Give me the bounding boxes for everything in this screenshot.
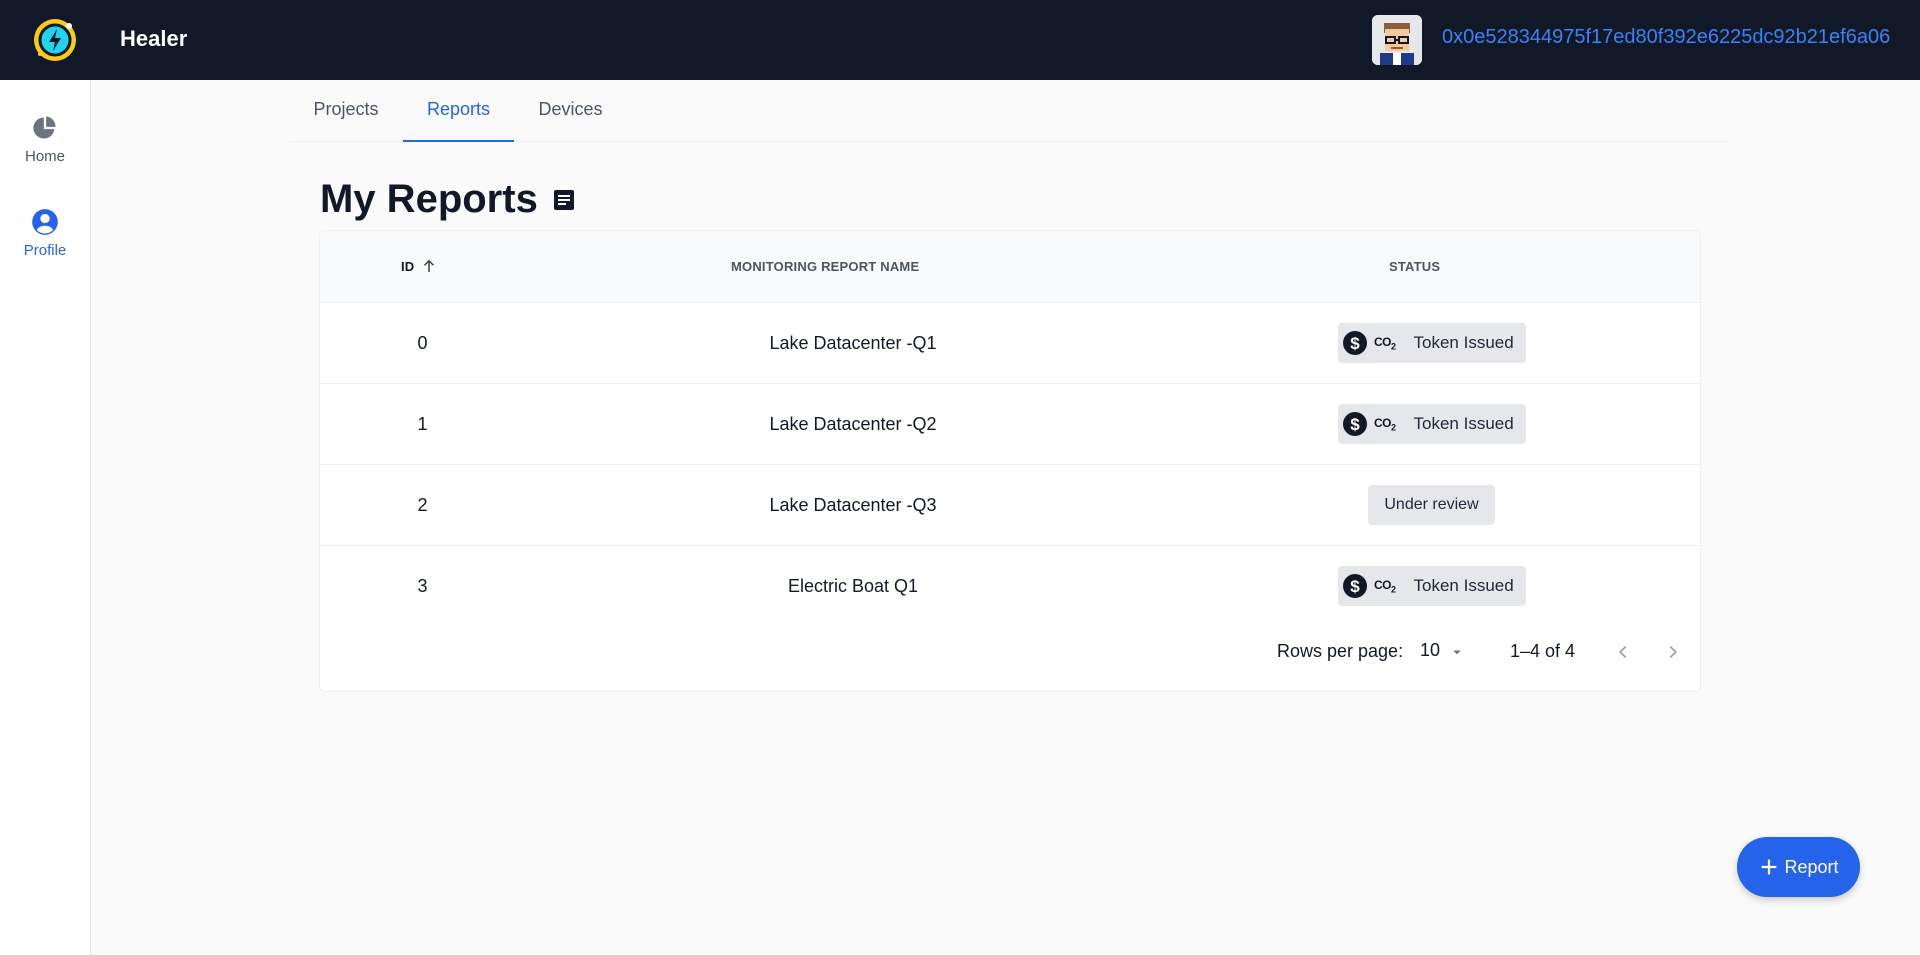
- svg-text:$: $: [1350, 415, 1360, 434]
- table-row[interactable]: 2 Lake Datacenter -Q3 Under review: [320, 465, 1700, 546]
- column-header-id[interactable]: ID: [401, 259, 414, 274]
- report-id: 0: [417, 333, 428, 353]
- page-title: My Reports: [320, 177, 538, 221]
- table-header: ID MONITORING REPORT NAME STATUS: [320, 231, 1700, 303]
- dollar-coin-icon: $: [1343, 412, 1367, 436]
- status-badge: $ CO2 Token Issued: [1338, 323, 1526, 363]
- lightning-bolt-icon[interactable]: [31, 16, 79, 64]
- page-range: 1–4 of 4: [1510, 641, 1576, 661]
- status-label: Under review: [1384, 496, 1479, 513]
- table-row[interactable]: 0 Lake Datacenter -Q1 $ CO2 Token Issued: [320, 303, 1700, 384]
- table-row[interactable]: 3 Electric Boat Q1 $ CO2 Token Issued: [320, 546, 1700, 627]
- table-row[interactable]: 1 Lake Datacenter -Q2 $ CO2 Token Issued: [320, 384, 1700, 465]
- chevron-right-icon[interactable]: [1662, 641, 1684, 663]
- status-label: Token Issued: [1413, 414, 1514, 433]
- status-badge: $ CO2 Token Issued: [1338, 566, 1526, 606]
- wallet-address[interactable]: 0x0e528344975f17ed80f392e6225dc92b21ef6a…: [1442, 26, 1890, 49]
- sidebar: Home Profile: [0, 80, 91, 955]
- top-bar: Healer 0x0e528344975f17ed80f392e6225dc92…: [0, 0, 1920, 80]
- svg-text:$: $: [1350, 577, 1360, 596]
- status-label: Token Issued: [1413, 576, 1514, 595]
- document-icon: [554, 190, 574, 210]
- report-id: 2: [417, 495, 428, 515]
- sidebar-item-home[interactable]: Home: [0, 114, 90, 165]
- co2-icon: CO2: [1374, 334, 1396, 352]
- tab-reports[interactable]: Reports: [403, 80, 514, 142]
- avatar[interactable]: [1372, 15, 1422, 65]
- status-badge: Under review: [1368, 485, 1495, 525]
- reports-table: ID MONITORING REPORT NAME STATUS 0 Lake …: [319, 230, 1701, 692]
- co2-icon: CO2: [1374, 577, 1396, 595]
- sidebar-item-profile[interactable]: Profile: [0, 208, 90, 259]
- avatar-image: [1372, 15, 1422, 65]
- chevron-left-icon[interactable]: [1612, 641, 1634, 663]
- pagination: Rows per page: 10 1–4 of 4: [320, 627, 1700, 677]
- co2-icon: CO2: [1374, 415, 1396, 433]
- rows-per-page-select[interactable]: 10: [1420, 640, 1440, 661]
- report-name: Lake Datacenter -Q3: [769, 495, 937, 515]
- sidebar-item-label: Home: [24, 148, 65, 165]
- dollar-coin-icon: $: [1343, 574, 1367, 598]
- user-circle-icon: [32, 209, 58, 235]
- dollar-coin-icon: $: [1343, 331, 1367, 355]
- report-name: Electric Boat Q1: [787, 576, 919, 596]
- sidebar-item-label: Profile: [23, 242, 67, 259]
- tab-devices[interactable]: Devices: [514, 80, 627, 142]
- pie-chart-icon: [33, 116, 56, 139]
- tab-projects[interactable]: Projects: [290, 80, 402, 142]
- rows-per-page-label: Rows per page:: [1277, 641, 1404, 661]
- add-report-button[interactable]: Report: [1737, 837, 1860, 897]
- tab-bar: Projects Reports Devices: [290, 80, 1730, 142]
- plus-icon: [1762, 859, 1777, 875]
- report-name: Lake Datacenter -Q2: [769, 414, 937, 434]
- sort-ascending-icon[interactable]: [420, 257, 438, 275]
- column-header-name[interactable]: MONITORING REPORT NAME: [731, 259, 919, 274]
- brand-name: Healer: [120, 26, 188, 51]
- report-id: 1: [417, 414, 428, 434]
- status-badge: $ CO2 Token Issued: [1338, 404, 1526, 444]
- column-header-status[interactable]: STATUS: [1389, 259, 1440, 274]
- report-id: 3: [417, 576, 428, 596]
- add-report-label: Report: [1784, 856, 1839, 877]
- report-name: Lake Datacenter -Q1: [769, 333, 937, 353]
- caret-down-icon[interactable]: [1448, 643, 1466, 661]
- svg-text:$: $: [1350, 334, 1360, 353]
- status-label: Token Issued: [1413, 333, 1514, 352]
